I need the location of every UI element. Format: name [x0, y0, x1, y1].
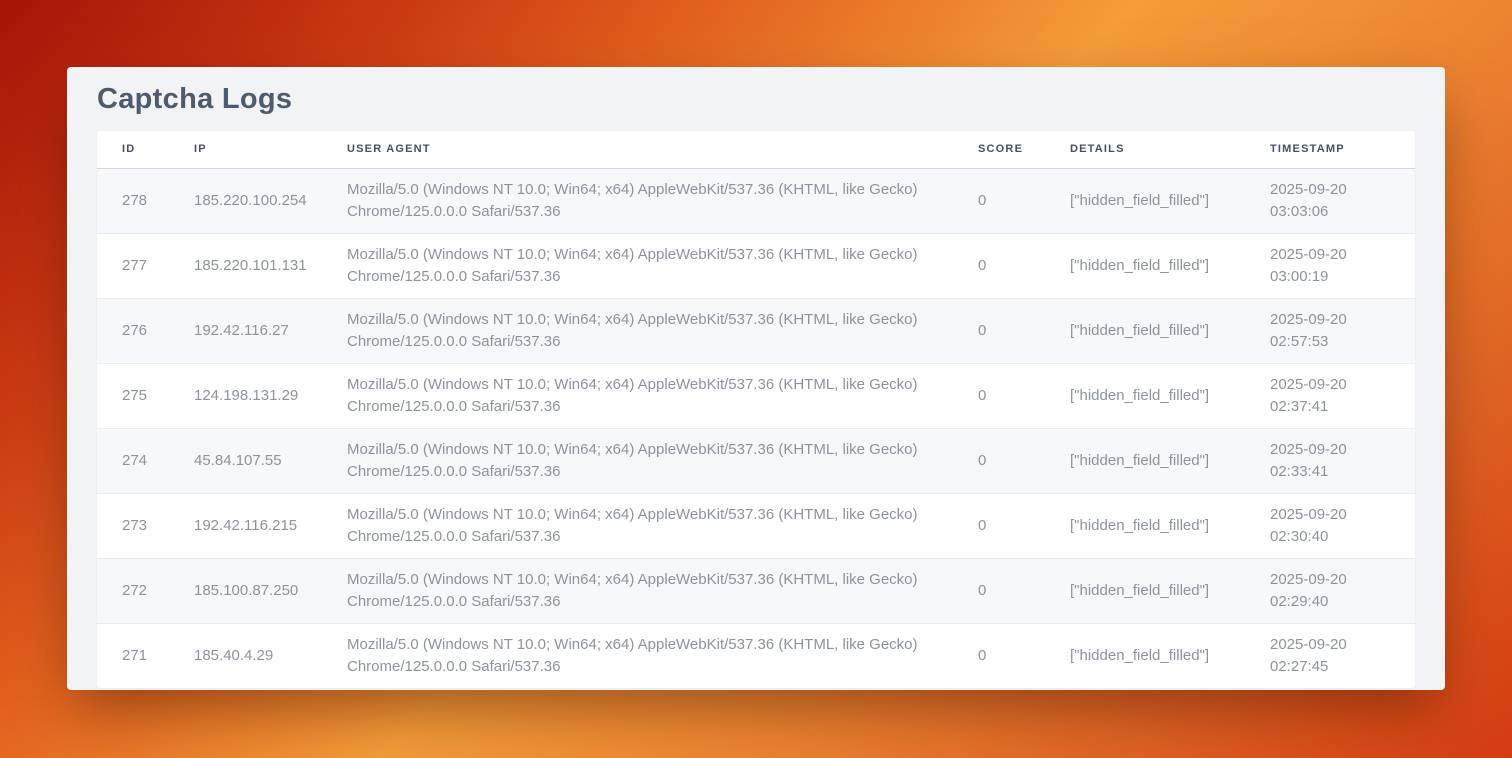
cell-user-agent: Mozilla/5.0 (Windows NT 10.0; Win64; x64…: [322, 363, 953, 428]
cell-details: ["hidden_field_filled"]: [1045, 428, 1245, 493]
cell-id: 276: [97, 298, 169, 363]
table-row: 271 185.40.4.29 Mozilla/5.0 (Windows NT …: [97, 623, 1415, 688]
table-header-row: ID IP USER AGENT SCORE DETAILS TIMESTAMP: [97, 131, 1415, 168]
cell-score: 0: [953, 233, 1045, 298]
table-body: 278 185.220.100.254 Mozilla/5.0 (Windows…: [97, 168, 1415, 688]
table-row: 275 124.198.131.29 Mozilla/5.0 (Windows …: [97, 363, 1415, 428]
cell-details: ["hidden_field_filled"]: [1045, 233, 1245, 298]
cell-details: ["hidden_field_filled"]: [1045, 168, 1245, 233]
cell-user-agent: Mozilla/5.0 (Windows NT 10.0; Win64; x64…: [322, 233, 953, 298]
cell-details: ["hidden_field_filled"]: [1045, 558, 1245, 623]
page-title: Captcha Logs: [97, 67, 1415, 131]
column-header-score: SCORE: [953, 131, 1045, 168]
table-row: 273 192.42.116.215 Mozilla/5.0 (Windows …: [97, 493, 1415, 558]
cell-timestamp: 2025-09-20 02:33:41: [1245, 428, 1415, 493]
cell-ip: 185.220.100.254: [169, 168, 322, 233]
cell-user-agent: Mozilla/5.0 (Windows NT 10.0; Win64; x64…: [322, 623, 953, 688]
cell-score: 0: [953, 298, 1045, 363]
column-header-timestamp: TIMESTAMP: [1245, 131, 1415, 168]
page-background: Captcha Logs ID IP USER AGENT SCORE DETA…: [0, 0, 1512, 758]
table-row: 277 185.220.101.131 Mozilla/5.0 (Windows…: [97, 233, 1415, 298]
cell-ip: 185.40.4.29: [169, 623, 322, 688]
cell-ip: 192.42.116.215: [169, 493, 322, 558]
table-row: 276 192.42.116.27 Mozilla/5.0 (Windows N…: [97, 298, 1415, 363]
cell-details: ["hidden_field_filled"]: [1045, 363, 1245, 428]
cell-id: 273: [97, 493, 169, 558]
cell-user-agent: Mozilla/5.0 (Windows NT 10.0; Win64; x64…: [322, 428, 953, 493]
cell-id: 271: [97, 623, 169, 688]
captcha-logs-table: ID IP USER AGENT SCORE DETAILS TIMESTAMP…: [97, 131, 1415, 688]
cell-details: ["hidden_field_filled"]: [1045, 298, 1245, 363]
cell-ip: 124.198.131.29: [169, 363, 322, 428]
cell-score: 0: [953, 168, 1045, 233]
table-row: 278 185.220.100.254 Mozilla/5.0 (Windows…: [97, 168, 1415, 233]
cell-user-agent: Mozilla/5.0 (Windows NT 10.0; Win64; x64…: [322, 493, 953, 558]
column-header-details: DETAILS: [1045, 131, 1245, 168]
cell-user-agent: Mozilla/5.0 (Windows NT 10.0; Win64; x64…: [322, 168, 953, 233]
cell-score: 0: [953, 493, 1045, 558]
cell-id: 272: [97, 558, 169, 623]
column-header-user-agent: USER AGENT: [322, 131, 953, 168]
cell-ip: 192.42.116.27: [169, 298, 322, 363]
logs-table-container: ID IP USER AGENT SCORE DETAILS TIMESTAMP…: [97, 131, 1415, 688]
cell-score: 0: [953, 558, 1045, 623]
cell-timestamp: 2025-09-20 03:00:19: [1245, 233, 1415, 298]
cell-ip: 185.100.87.250: [169, 558, 322, 623]
cell-score: 0: [953, 363, 1045, 428]
cell-details: ["hidden_field_filled"]: [1045, 623, 1245, 688]
cell-timestamp: 2025-09-20 02:30:40: [1245, 493, 1415, 558]
cell-timestamp: 2025-09-20 02:37:41: [1245, 363, 1415, 428]
column-header-ip: IP: [169, 131, 322, 168]
captcha-logs-card: Captcha Logs ID IP USER AGENT SCORE DETA…: [67, 67, 1445, 690]
cell-id: 274: [97, 428, 169, 493]
cell-ip: 185.220.101.131: [169, 233, 322, 298]
cell-timestamp: 2025-09-20 02:29:40: [1245, 558, 1415, 623]
cell-id: 278: [97, 168, 169, 233]
table-row: 272 185.100.87.250 Mozilla/5.0 (Windows …: [97, 558, 1415, 623]
cell-details: ["hidden_field_filled"]: [1045, 493, 1245, 558]
cell-timestamp: 2025-09-20 02:27:45: [1245, 623, 1415, 688]
cell-score: 0: [953, 428, 1045, 493]
column-header-id: ID: [97, 131, 169, 168]
cell-score: 0: [953, 623, 1045, 688]
cell-ip: 45.84.107.55: [169, 428, 322, 493]
cell-timestamp: 2025-09-20 03:03:06: [1245, 168, 1415, 233]
cell-user-agent: Mozilla/5.0 (Windows NT 10.0; Win64; x64…: [322, 298, 953, 363]
cell-timestamp: 2025-09-20 02:57:53: [1245, 298, 1415, 363]
cell-id: 277: [97, 233, 169, 298]
cell-user-agent: Mozilla/5.0 (Windows NT 10.0; Win64; x64…: [322, 558, 953, 623]
table-row: 274 45.84.107.55 Mozilla/5.0 (Windows NT…: [97, 428, 1415, 493]
cell-id: 275: [97, 363, 169, 428]
